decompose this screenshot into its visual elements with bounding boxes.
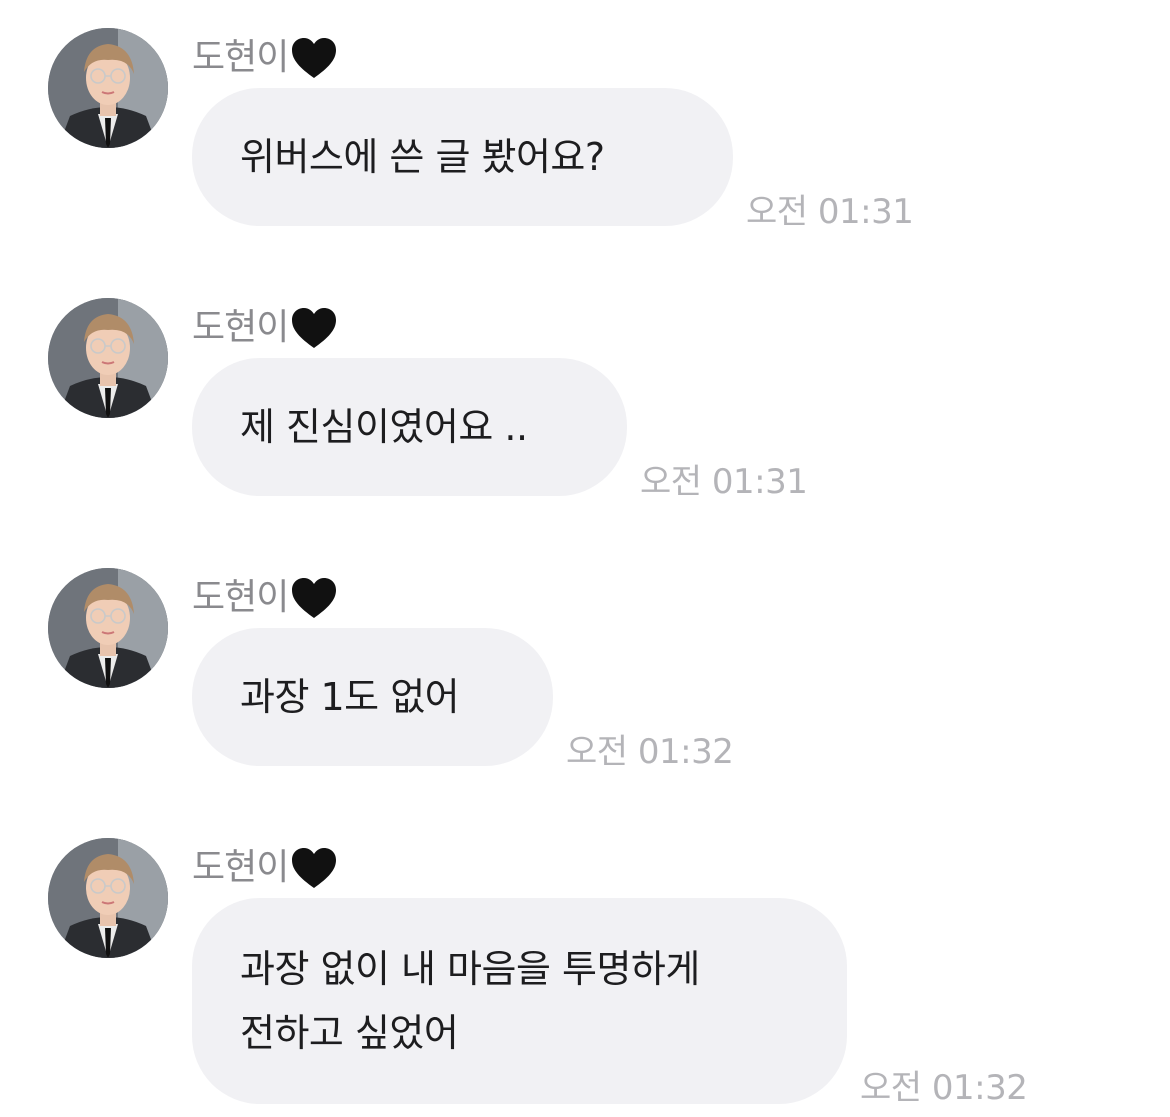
message-text: 과장 없이 내 마음을 투명하게 전하고 싶었어 (240, 947, 700, 1055)
message-timestamp: 오전 01:32 (566, 732, 734, 772)
message-text: 위버스에 쓴 글 봤어요? (240, 135, 605, 179)
black-heart-icon (292, 308, 337, 348)
message-item: 도현이 위버스에 쓴 글 봤어요? 오전 01:31 (0, 28, 1170, 232)
message-text: 제 진심이였어요 .. (240, 405, 528, 449)
message-item: 도현이 제 진심이였어요 .. 오전 01:31 (0, 298, 1170, 502)
message-bubble[interactable]: 위버스에 쓴 글 봤어요? (192, 88, 733, 226)
message-item: 도현이 과장 1도 없어 오전 01:32 (0, 568, 1170, 772)
message-text: 과장 1도 없어 (240, 675, 460, 719)
sender-name: 도현이 (192, 577, 289, 618)
sender-row: 도현이 (192, 306, 338, 350)
message-timestamp: 오전 01:31 (640, 462, 808, 502)
sender-row: 도현이 (192, 36, 338, 80)
black-heart-icon (292, 38, 337, 78)
sender-row: 도현이 (192, 846, 338, 890)
message-timestamp: 오전 01:32 (860, 1068, 1028, 1108)
sender-name: 도현이 (192, 37, 289, 78)
message-bubble[interactable]: 과장 없이 내 마음을 투명하게 전하고 싶었어 (192, 898, 847, 1104)
avatar[interactable] (48, 838, 168, 958)
message-item: 도현이 과장 없이 내 마음을 투명하게 전하고 싶었어 오전 01:32 (0, 838, 1170, 1113)
profile-photo (48, 298, 168, 418)
black-heart-icon (292, 848, 337, 888)
black-heart-icon (292, 578, 337, 618)
profile-photo (48, 568, 168, 688)
profile-photo (48, 838, 168, 958)
message-timestamp: 오전 01:31 (746, 192, 914, 232)
sender-name: 도현이 (192, 847, 289, 888)
avatar[interactable] (48, 568, 168, 688)
sender-row: 도현이 (192, 576, 338, 620)
avatar[interactable] (48, 28, 168, 148)
sender-name: 도현이 (192, 307, 289, 348)
message-bubble[interactable]: 제 진심이였어요 .. (192, 358, 627, 496)
message-bubble[interactable]: 과장 1도 없어 (192, 628, 553, 766)
avatar[interactable] (48, 298, 168, 418)
profile-photo (48, 28, 168, 148)
